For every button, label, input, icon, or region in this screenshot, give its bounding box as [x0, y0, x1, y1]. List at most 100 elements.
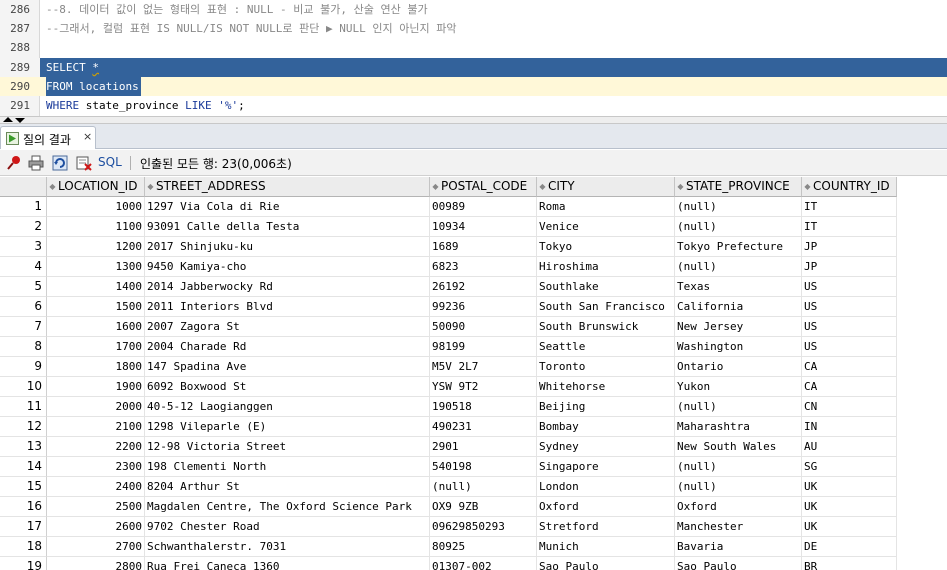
cell-postal-code[interactable]: 10934: [430, 217, 537, 237]
cell-state-province[interactable]: New South Wales: [675, 437, 802, 457]
cell-location-id[interactable]: 1200: [47, 237, 145, 257]
cell-country-id[interactable]: IT: [802, 197, 897, 217]
table-row[interactable]: 12 2100 1298 Vileparle (E) 490231 Bombay Maha…: [0, 417, 897, 437]
cell-city[interactable]: South San Francisco: [537, 297, 675, 317]
cell-location-id[interactable]: 1000: [47, 197, 145, 217]
row-number-header[interactable]: [0, 177, 47, 197]
column-header-postal-code[interactable]: ◆ POSTAL_CODE: [430, 177, 537, 197]
row-number[interactable]: 16: [0, 497, 47, 517]
cell-location-id[interactable]: 2000: [47, 397, 145, 417]
cell-location-id[interactable]: 2800: [47, 557, 145, 570]
cell-location-id[interactable]: 1600: [47, 317, 145, 337]
code-line-290[interactable]: 290 FROM locations: [0, 77, 947, 96]
row-number[interactable]: 6: [0, 297, 47, 317]
cell-state-province[interactable]: Sao Paulo: [675, 557, 802, 570]
cell-postal-code[interactable]: OX9 9ZB: [430, 497, 537, 517]
table-row[interactable]: 19 2800 Rua Frei Caneca 1360 01307-002 Sao P…: [0, 557, 897, 570]
cell-street-address[interactable]: 2014 Jabberwocky Rd: [145, 277, 430, 297]
table-row[interactable]: 7 1600 2007 Zagora St 50090 South Brunswick N…: [0, 317, 897, 337]
table-row[interactable]: 5 1400 2014 Jabberwocky Rd 26192 Southlake Te…: [0, 277, 897, 297]
cell-state-province[interactable]: (null): [675, 397, 802, 417]
row-number[interactable]: 10: [0, 377, 47, 397]
cell-country-id[interactable]: SG: [802, 457, 897, 477]
cell-state-province[interactable]: Bavaria: [675, 537, 802, 557]
table-row[interactable]: 11 2000 40-5-12 Laogianggen 190518 Beijing (n…: [0, 397, 897, 417]
table-row[interactable]: 18 2700 Schwanthalerstr. 7031 80925 Munich Ba…: [0, 537, 897, 557]
collapse-up-icon[interactable]: [3, 117, 13, 122]
row-number[interactable]: 19: [0, 557, 47, 570]
cell-city[interactable]: Hiroshima: [537, 257, 675, 277]
cell-city[interactable]: London: [537, 477, 675, 497]
collapse-down-icon[interactable]: [15, 118, 25, 123]
cell-street-address[interactable]: 147 Spadina Ave: [145, 357, 430, 377]
column-header-street-address[interactable]: ◆ STREET_ADDRESS: [145, 177, 430, 197]
cell-postal-code[interactable]: 01307-002: [430, 557, 537, 570]
cell-location-id[interactable]: 1700: [47, 337, 145, 357]
table-row[interactable]: 2 1100 93091 Calle della Testa 10934 Venice(…: [0, 217, 897, 237]
cell-city[interactable]: South Brunswick: [537, 317, 675, 337]
refresh-icon[interactable]: [52, 155, 68, 171]
row-number[interactable]: 14: [0, 457, 47, 477]
row-number[interactable]: 13: [0, 437, 47, 457]
cell-street-address[interactable]: Magdalen Centre, The Oxford Science Park: [145, 497, 430, 517]
row-number[interactable]: 12: [0, 417, 47, 437]
cell-state-province[interactable]: (null): [675, 457, 802, 477]
cell-city[interactable]: Singapore: [537, 457, 675, 477]
cell-street-address[interactable]: 2007 Zagora St: [145, 317, 430, 337]
cell-city[interactable]: Stretford: [537, 517, 675, 537]
cell-country-id[interactable]: US: [802, 317, 897, 337]
cell-country-id[interactable]: DE: [802, 537, 897, 557]
cell-state-province[interactable]: Maharashtra: [675, 417, 802, 437]
cell-postal-code[interactable]: 2901: [430, 437, 537, 457]
code-line-287[interactable]: 287 --그래서, 컬럼 표현 IS NULL/IS NOT NULL로 판단…: [0, 19, 947, 38]
column-header-country-id[interactable]: ◆ COUNTRY_ID: [802, 177, 897, 197]
cell-street-address[interactable]: 198 Clementi North: [145, 457, 430, 477]
column-header-location-id[interactable]: ◆ LOCATION_ID: [47, 177, 145, 197]
cell-city[interactable]: Sydney: [537, 437, 675, 457]
cell-postal-code[interactable]: 6823: [430, 257, 537, 277]
cell-city[interactable]: Oxford: [537, 497, 675, 517]
cell-country-id[interactable]: BR: [802, 557, 897, 570]
cell-postal-code[interactable]: 00989: [430, 197, 537, 217]
cell-location-id[interactable]: 1400: [47, 277, 145, 297]
cell-city[interactable]: Toronto: [537, 357, 675, 377]
row-number[interactable]: 9: [0, 357, 47, 377]
row-number[interactable]: 5: [0, 277, 47, 297]
sort-icon[interactable]: ◆: [47, 177, 58, 196]
close-icon[interactable]: ×: [83, 130, 92, 143]
cell-location-id[interactable]: 2700: [47, 537, 145, 557]
column-header-city[interactable]: ◆ CITY: [537, 177, 675, 197]
cell-street-address[interactable]: 93091 Calle della Testa: [145, 217, 430, 237]
cell-street-address[interactable]: 12-98 Victoria Street: [145, 437, 430, 457]
cell-location-id[interactable]: 2200: [47, 437, 145, 457]
cell-city[interactable]: Seattle: [537, 337, 675, 357]
cell-city[interactable]: Venice: [537, 217, 675, 237]
table-row[interactable]: 4 1300 9450 Kamiya-cho 6823 Hiroshima (null) J…: [0, 257, 897, 277]
cell-state-province[interactable]: Ontario: [675, 357, 802, 377]
tab-query-result[interactable]: 질의 결과 ×: [0, 126, 96, 149]
cell-country-id[interactable]: US: [802, 297, 897, 317]
cell-city[interactable]: Southlake: [537, 277, 675, 297]
cell-location-id[interactable]: 2400: [47, 477, 145, 497]
cell-street-address[interactable]: 2011 Interiors Blvd: [145, 297, 430, 317]
table-row[interactable]: 6 1500 2011 Interiors Blvd 99236 South San F…: [0, 297, 897, 317]
sql-editor[interactable]: 286 --8. 데이터 값이 없는 형태의 표현 : NULL - 비교 불가…: [0, 0, 947, 116]
pane-splitter[interactable]: [0, 116, 947, 124]
code-line-288[interactable]: 288: [0, 38, 947, 57]
sort-icon[interactable]: ◆: [675, 177, 686, 196]
table-row[interactable]: 16 2500 Magdalen Centre, The Oxford Scienc…: [0, 497, 897, 517]
code-line-286[interactable]: 286 --8. 데이터 값이 없는 형태의 표현 : NULL - 비교 불가…: [0, 0, 947, 19]
row-number[interactable]: 4: [0, 257, 47, 277]
row-number[interactable]: 1: [0, 197, 47, 217]
cell-street-address[interactable]: 1298 Vileparle (E): [145, 417, 430, 437]
cell-postal-code[interactable]: 190518: [430, 397, 537, 417]
cell-location-id[interactable]: 1100: [47, 217, 145, 237]
cell-street-address[interactable]: 1297 Via Cola di Rie: [145, 197, 430, 217]
cell-state-province[interactable]: Texas: [675, 277, 802, 297]
row-number[interactable]: 11: [0, 397, 47, 417]
cell-postal-code[interactable]: 99236: [430, 297, 537, 317]
code-line-289-selected[interactable]: 289 SELECT *: [0, 58, 947, 77]
table-row[interactable]: 17 2600 9702 Chester Road 09629850293 Stretf…: [0, 517, 897, 537]
cell-location-id[interactable]: 2600: [47, 517, 145, 537]
cell-country-id[interactable]: CN: [802, 397, 897, 417]
